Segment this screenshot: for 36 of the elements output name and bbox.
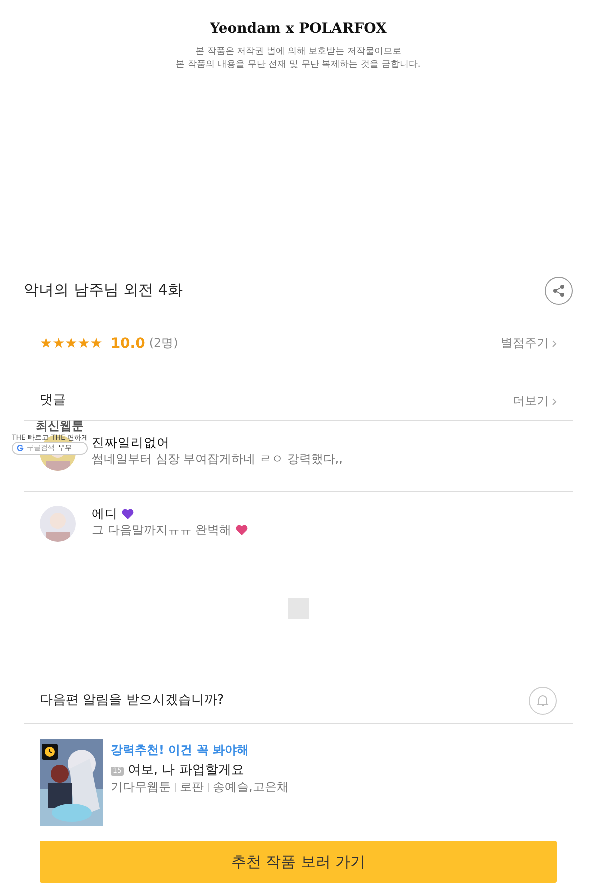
share-button[interactable] xyxy=(545,277,573,306)
ad-title: 최신웹툰 xyxy=(36,419,85,434)
share-icon xyxy=(552,284,566,298)
webtoon-meta: 로판 xyxy=(180,780,204,796)
commenter-name: 진짜일리없어 xyxy=(92,435,170,452)
notice-text: 본 작품의 내용을 무단 전재 및 무단 복제하는 것을 금합니다. xyxy=(176,59,421,72)
rating-score: 10.0 xyxy=(110,335,146,354)
notify-question: 다음편 알림을 받으시겠습니까? xyxy=(40,692,224,710)
placeholder-icon xyxy=(288,598,309,620)
star-icon: ★ xyxy=(52,335,66,354)
bell-icon xyxy=(536,694,550,708)
rate-link[interactable]: 별점주기 xyxy=(501,336,557,352)
webtoon-title: 여보, 나 파업할게요 xyxy=(128,762,244,780)
comments-heading: 댓글 xyxy=(40,393,66,410)
heart-icon xyxy=(122,508,134,520)
more-link[interactable]: 더보기 xyxy=(513,394,557,410)
brand-logo: Yeondam x POLARFOX xyxy=(210,20,387,38)
star-icon: ★ xyxy=(90,335,103,354)
comment-text: 그 다음말까지ㅠㅠ 완벽해 xyxy=(92,522,232,538)
rating-count: (2명) xyxy=(149,336,178,352)
star-icon: ★ xyxy=(40,335,53,354)
episode-title: 악녀의 남주님 외전 4화 xyxy=(24,281,183,301)
clock-icon xyxy=(42,741,58,762)
google-icon xyxy=(17,445,24,452)
star-icon: ★ xyxy=(78,335,90,354)
commenter-name: 에디 xyxy=(92,506,118,523)
recommend-button[interactable]: 추천 작품 보러 가기 xyxy=(40,841,557,884)
chevron-icon xyxy=(552,340,557,348)
chevron-icon xyxy=(552,398,557,406)
recommend-tag: 강력추천! 이건 꼭 봐야해 xyxy=(111,743,289,759)
notice-text: 본 작품은 저작권 법에 의해 보호받는 저작물이므로 xyxy=(194,46,403,60)
comment-text: 썸네일부터 심장 부여잡게하네 ㄹㅇ 강력했다,, xyxy=(92,452,343,468)
webtoon-meta: 송예슬,고은채 xyxy=(213,780,289,796)
webtoon-meta: 기다무웹툰 xyxy=(111,780,171,796)
heart-icon xyxy=(236,524,248,536)
star-icon: ★ xyxy=(65,335,78,354)
